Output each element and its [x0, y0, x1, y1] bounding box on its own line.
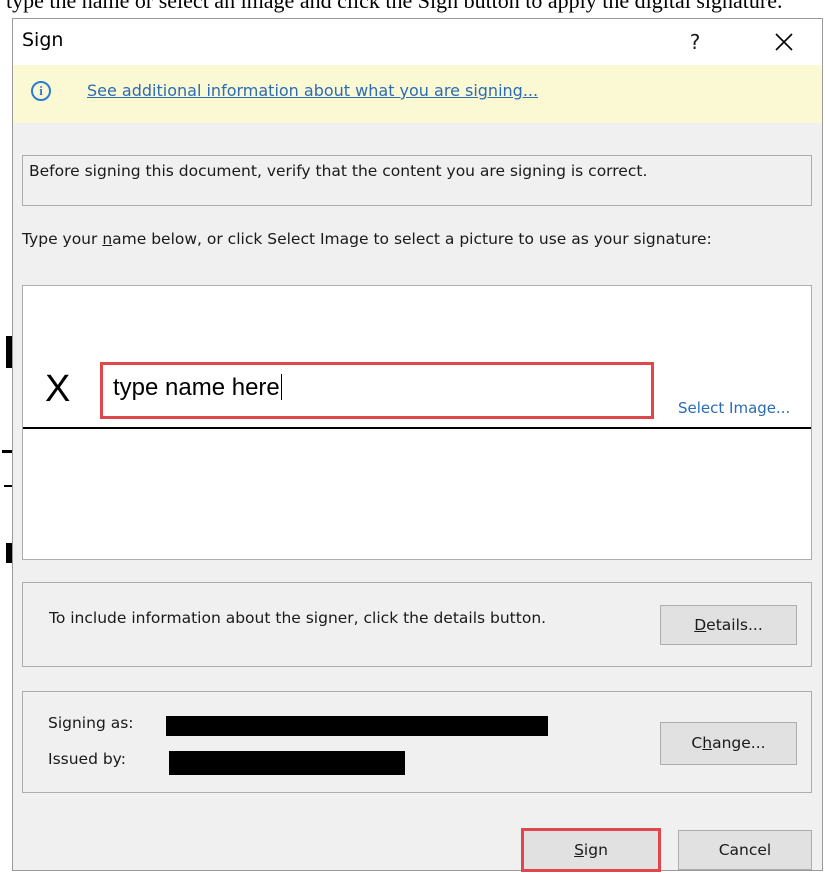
text-caret: [280, 374, 282, 400]
background-mark: [4, 485, 12, 487]
certificate-box: Signing as: Issued by: Change...: [22, 691, 812, 793]
additional-info-link[interactable]: See additional information about what yo…: [87, 81, 538, 100]
close-icon: [775, 33, 793, 51]
signer-details-box: To include information about the signer,…: [22, 582, 812, 667]
instruction-text-start: Type your: [22, 230, 103, 248]
change-accesskey: h: [702, 734, 713, 752]
background-document-strip: type the name or select an image and cli…: [0, 0, 825, 18]
details-button[interactable]: Details...: [660, 605, 797, 645]
sign-accesskey: S: [574, 841, 584, 859]
instruction-text-end: ame below, or click Select Image to sele…: [112, 230, 712, 248]
cancel-button[interactable]: Cancel: [678, 830, 812, 870]
select-image-link[interactable]: Select Image...: [678, 399, 790, 417]
background-document-text: type the name or select an image and cli…: [6, 0, 783, 13]
info-icon: i: [31, 81, 51, 101]
dialog-title: Sign: [22, 29, 64, 51]
verify-message-box: Before signing this document, verify tha…: [22, 155, 812, 206]
sign-button-label: ign: [583, 841, 608, 859]
info-bar: i See additional information about what …: [13, 65, 822, 123]
details-message: To include information about the signer,…: [49, 609, 547, 627]
signature-name-value: type name here: [113, 374, 280, 401]
redacted-issuer-name: [169, 751, 405, 775]
background-document-edge: [0, 18, 12, 873]
verify-message: Before signing this document, verify tha…: [29, 162, 648, 180]
help-button[interactable]: ?: [673, 23, 717, 61]
issued-by-label: Issued by:: [48, 750, 126, 768]
change-button[interactable]: Change...: [660, 722, 797, 765]
details-button-label: etails...: [706, 616, 763, 634]
instruction-accesskey: n: [102, 230, 113, 248]
close-button[interactable]: [758, 23, 810, 61]
sign-button[interactable]: Sign: [521, 828, 661, 872]
signature-area: X type name here Select Image...: [22, 285, 812, 560]
signature-x-mark: X: [45, 368, 71, 410]
signature-line: [23, 427, 811, 429]
signature-name-input[interactable]: type name here: [100, 362, 654, 419]
signing-as-label: Signing as:: [48, 714, 134, 732]
signature-instruction: Type your name below, or click Select Im…: [22, 229, 782, 250]
background-mark: [2, 450, 12, 453]
sign-dialog: Sign ? i See additional information abou…: [12, 18, 823, 872]
change-label-start: C: [691, 734, 703, 752]
change-label-end: ange...: [712, 734, 766, 752]
title-bar: Sign ?: [13, 19, 822, 65]
redacted-signer-name: [166, 716, 548, 736]
details-accesskey: D: [694, 616, 707, 634]
